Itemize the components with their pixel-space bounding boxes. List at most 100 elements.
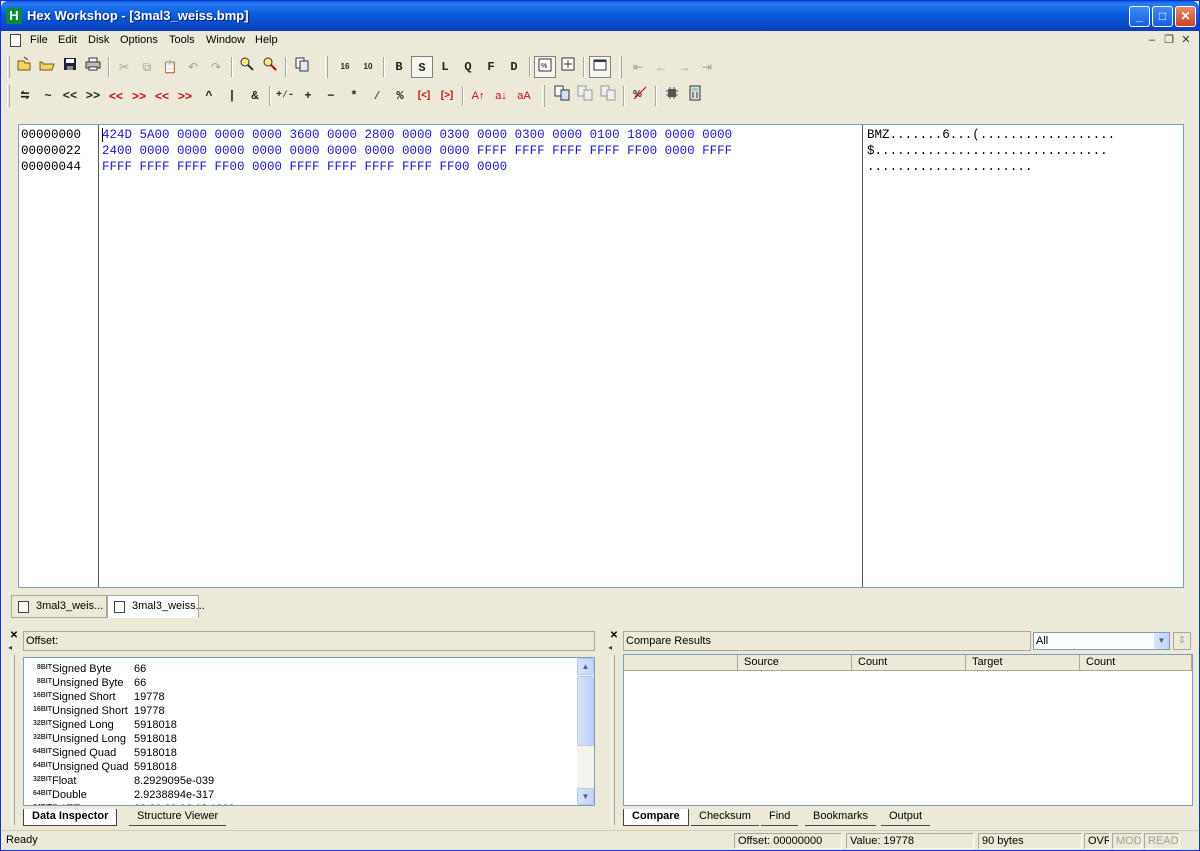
block-shift-left-icon[interactable]: <<: [151, 85, 173, 107]
menu-disk[interactable]: Disk: [88, 34, 109, 46]
tab-bookmarks[interactable]: Bookmarks: [805, 809, 877, 826]
ascii-row[interactable]: $...............................: [867, 143, 1108, 159]
uppercase-icon[interactable]: A↑: [467, 85, 489, 107]
hex-data-column[interactable]: 424D 5A00 0000 0000 0000 3600 0000 2800 …: [100, 125, 863, 587]
collapse-arrow-icon[interactable]: ◂: [8, 643, 12, 652]
compare-files-icon[interactable]: [551, 85, 573, 107]
menu-window[interactable]: Window: [206, 34, 245, 46]
close-icon[interactable]: ✕: [607, 631, 621, 641]
menu-help[interactable]: Help: [255, 34, 278, 46]
open-file-icon[interactable]: [36, 56, 58, 78]
invert-icon[interactable]: ~: [37, 85, 59, 107]
scroll-up-button[interactable]: ▲: [577, 658, 594, 675]
vertical-scrollbar[interactable]: ▲ ▼: [577, 658, 594, 805]
menu-options[interactable]: Options: [120, 34, 158, 46]
document-icon[interactable]: [10, 34, 21, 47]
paste-icon[interactable]: 📋: [159, 56, 181, 78]
block-right-icon[interactable]: [>]: [436, 85, 458, 107]
go-back-icon[interactable]: ←: [650, 56, 672, 78]
tab-checksum[interactable]: Checksum: [691, 809, 759, 826]
block-left-icon[interactable]: [<]: [413, 85, 435, 107]
column-header-target[interactable]: Target: [966, 655, 1080, 671]
find-icon[interactable]: [236, 56, 258, 78]
shift-left-icon[interactable]: <<: [59, 85, 81, 107]
short-mode-button[interactable]: S: [411, 56, 433, 78]
rotate-right-icon[interactable]: >>: [128, 85, 150, 107]
ascii-row[interactable]: ......................: [867, 159, 1032, 175]
compare-icon[interactable]: [291, 56, 313, 78]
multiply-icon[interactable]: *: [343, 85, 365, 107]
toggle-case-icon[interactable]: aA: [513, 85, 535, 107]
go-first-icon[interactable]: ⇤: [627, 56, 649, 78]
shift-right-icon[interactable]: >>: [82, 85, 104, 107]
compare-options-button[interactable]: ⇕: [1173, 632, 1191, 650]
base10-icon[interactable]: 10: [357, 56, 379, 78]
copy-icon[interactable]: ⧉: [136, 56, 158, 78]
checksum-icon[interactable]: %: [629, 85, 651, 107]
title-bar[interactable]: H Hex Workshop - [3mal3_weiss.bmp] _ □ ✕: [1, 1, 1199, 31]
column-header-count[interactable]: Count: [1080, 655, 1192, 671]
column-header-count[interactable]: Count: [852, 655, 966, 671]
mdi-minimize-button[interactable]: –: [1145, 34, 1159, 46]
document-tab-active[interactable]: 3mal3_weiss...: [107, 595, 205, 618]
tab-find[interactable]: Find: [761, 809, 799, 826]
offset-toggle-icon[interactable]: %: [534, 56, 556, 78]
maximize-button[interactable]: □: [1152, 6, 1173, 27]
hex-row[interactable]: 424D 5A00 0000 0000 0000 3600 0000 2800 …: [102, 127, 732, 143]
byte-mode-button[interactable]: B: [388, 56, 410, 78]
long-mode-button[interactable]: L: [434, 56, 456, 78]
toolbar-grip[interactable]: [619, 56, 622, 78]
chip-icon[interactable]: [661, 85, 683, 107]
undo-icon[interactable]: ↶: [182, 56, 204, 78]
mdi-restore-button[interactable]: ❐: [1162, 34, 1176, 46]
tab-data-inspector[interactable]: Data Inspector: [23, 809, 118, 826]
print-icon[interactable]: [82, 56, 104, 78]
menu-edit[interactable]: Edit: [58, 34, 77, 46]
block-shift-right-icon[interactable]: >>: [174, 85, 196, 107]
document-tab[interactable]: 3mal3_weis...: [11, 595, 107, 618]
go-last-icon[interactable]: ⇥: [696, 56, 718, 78]
chevron-down-icon[interactable]: ▼: [1154, 633, 1169, 649]
redo-icon[interactable]: ↷: [205, 56, 227, 78]
hex-row[interactable]: FFFF FFFF FFFF FF00 0000 FFFF FFFF FFFF …: [102, 159, 507, 175]
pane-grip[interactable]: [611, 655, 615, 825]
double-mode-button[interactable]: D: [503, 56, 525, 78]
hex-editor[interactable]: 00000000 00000022 00000044 424D 5A00 000…: [18, 124, 1184, 588]
change-sign-icon[interactable]: +∕-: [274, 85, 296, 107]
divide-icon[interactable]: ∕: [366, 85, 388, 107]
data-inspector-list[interactable]: 8BIT Signed Byte 66 8BIT Unsigned Byte 66 16BI…: [23, 657, 595, 806]
calculator-icon[interactable]: [684, 85, 706, 107]
and-icon[interactable]: &: [244, 85, 266, 107]
save-icon[interactable]: [59, 56, 81, 78]
toolbar-grip[interactable]: [542, 85, 545, 107]
menu-tools[interactable]: Tools: [169, 34, 195, 46]
base16-icon[interactable]: 16: [334, 56, 356, 78]
go-forward-icon[interactable]: →: [673, 56, 695, 78]
new-file-icon[interactable]: [13, 56, 35, 78]
xor-icon[interactable]: ^: [198, 85, 220, 107]
collapse-arrow-icon[interactable]: ◂: [608, 643, 612, 652]
toolbar-grip[interactable]: [7, 56, 10, 78]
replace-icon[interactable]: [259, 56, 281, 78]
modulus-icon[interactable]: %: [389, 85, 411, 107]
swap-icon[interactable]: ⇋: [14, 85, 36, 107]
ascii-column[interactable]: BMZ.......6...(.................. $.....…: [864, 125, 1183, 587]
add-icon[interactable]: +: [297, 85, 319, 107]
toolbar-grip[interactable]: [325, 56, 328, 78]
insert-toggle-icon[interactable]: [557, 56, 579, 78]
toolbar-grip[interactable]: [7, 85, 10, 107]
compare-results-list[interactable]: Source Count Target Count: [623, 654, 1193, 806]
compare-next-icon[interactable]: [574, 85, 596, 107]
rotate-left-icon[interactable]: <<: [105, 85, 127, 107]
window-icon[interactable]: [589, 56, 611, 78]
tab-structure-viewer[interactable]: Structure Viewer: [129, 809, 227, 826]
mdi-close-button[interactable]: ✕: [1179, 34, 1193, 46]
tab-compare[interactable]: Compare: [623, 809, 689, 826]
compare-filter-select[interactable]: All ▼: [1033, 632, 1170, 650]
compare-prev-icon[interactable]: [597, 85, 619, 107]
minimize-button[interactable]: _: [1129, 6, 1150, 27]
column-header[interactable]: [624, 655, 738, 671]
cut-icon[interactable]: ✂: [113, 56, 135, 78]
lowercase-icon[interactable]: a↓: [490, 85, 512, 107]
column-header-source[interactable]: Source: [738, 655, 852, 671]
